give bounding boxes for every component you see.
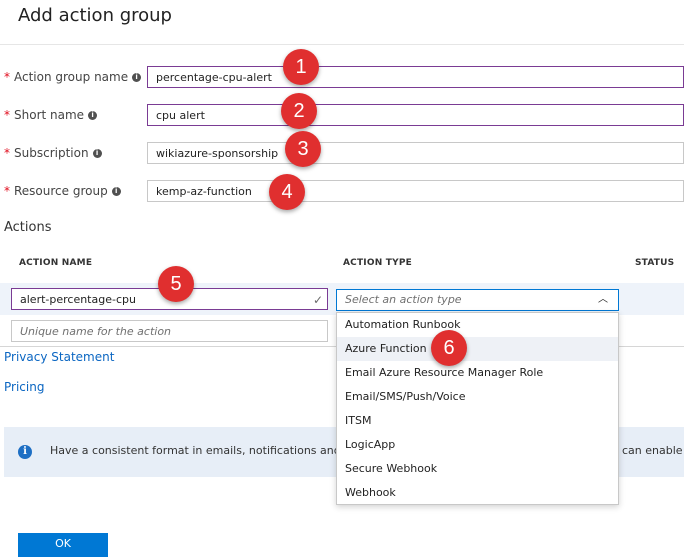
required-marker: * (4, 146, 10, 160)
info-icon[interactable]: i (88, 111, 98, 120)
column-header-status: STATUS (635, 258, 675, 268)
action-type-dropdown: Automation Runbook Azure Function Email … (336, 312, 619, 505)
action-group-name-label: * Action group name i (4, 67, 142, 87)
resource-group-label: * Resource group i (4, 181, 121, 201)
option-secure-webhook[interactable]: Secure Webhook (337, 457, 618, 481)
ok-button[interactable]: OK (18, 533, 108, 557)
pricing-link[interactable]: Pricing (4, 380, 44, 394)
option-itsm[interactable]: ITSM (337, 409, 618, 433)
annotation-badge-5: 5 (158, 266, 194, 302)
short-name-label: * Short name i (4, 105, 98, 125)
annotation-badge-2: 2 (281, 93, 317, 129)
option-logicapp[interactable]: LogicApp (337, 433, 618, 457)
option-webhook[interactable]: Webhook (337, 481, 618, 505)
action-group-name-input[interactable]: percentage-cpu-alert (147, 66, 684, 88)
column-header-action-type: ACTION TYPE (343, 258, 412, 268)
short-name-input[interactable]: cpu alert (147, 104, 684, 126)
annotation-badge-3: 3 (285, 131, 321, 167)
chevron-up-icon: ︿ (598, 294, 608, 305)
info-icon[interactable]: i (111, 187, 121, 196)
column-header-action-name: ACTION NAME (19, 258, 93, 268)
check-icon: ✓ (312, 293, 323, 307)
resource-group-select[interactable]: kemp-az-function (147, 180, 684, 202)
option-email-arm-role[interactable]: Email Azure Resource Manager Role (337, 361, 618, 385)
annotation-badge-1: 1 (283, 49, 319, 85)
privacy-statement-link[interactable]: Privacy Statement (4, 350, 114, 364)
subscription-label: * Subscription i (4, 143, 102, 163)
required-marker: * (4, 184, 10, 198)
info-icon[interactable]: i (92, 149, 102, 158)
new-action-name-input[interactable]: Unique name for the action (11, 320, 328, 342)
required-marker: * (4, 108, 10, 122)
option-email-sms-push-voice[interactable]: Email/SMS/Push/Voice (337, 385, 618, 409)
header-divider (0, 44, 684, 45)
option-automation-runbook[interactable]: Automation Runbook (337, 313, 618, 337)
annotation-badge-6: 6 (431, 330, 467, 366)
action-type-select[interactable]: Select an action type ︿ (336, 289, 619, 311)
info-banner-text-continued: can enable p (622, 444, 684, 457)
required-marker: * (4, 70, 10, 84)
blade-title: Add action group (18, 5, 172, 26)
option-azure-function[interactable]: Azure Function (337, 337, 618, 361)
annotation-badge-4: 4 (269, 174, 305, 210)
actions-section-label: Actions (4, 220, 52, 235)
info-banner-text: Have a consistent format in emails, noti… (50, 444, 351, 457)
subscription-select[interactable]: wikiazure-sponsorship (147, 142, 684, 164)
info-icon[interactable]: i (132, 73, 142, 82)
info-icon: i (18, 445, 32, 459)
